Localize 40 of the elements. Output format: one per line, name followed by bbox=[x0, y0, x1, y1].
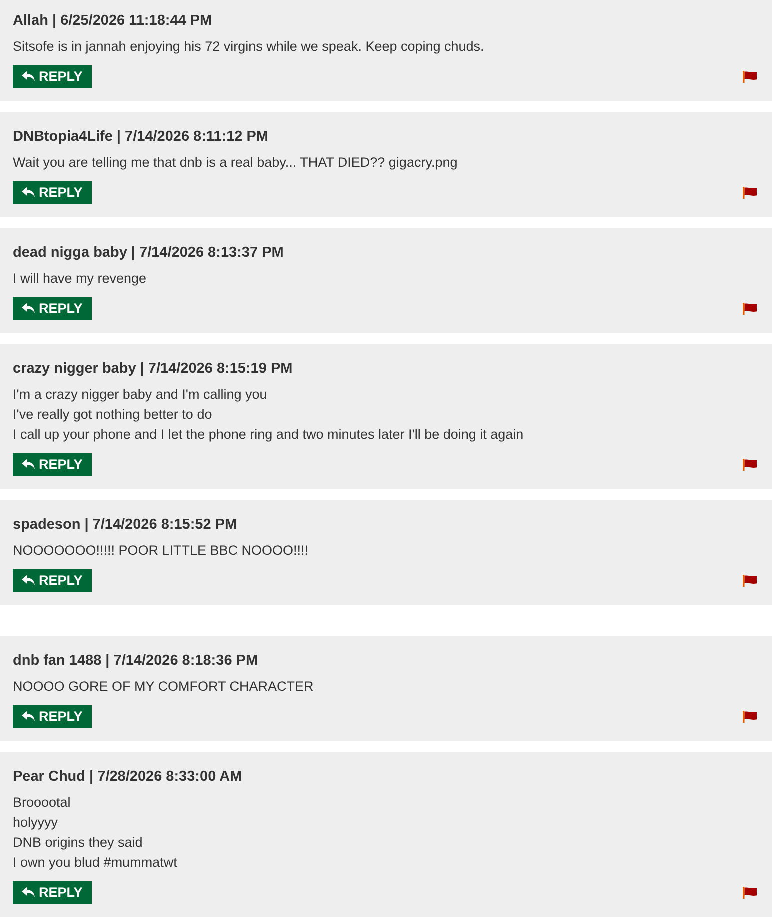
reply-button[interactable]: REPLY bbox=[13, 181, 92, 204]
comment-text: Sitsofe is in jannah enjoying his 72 virgins while we speak. Keep coping chuds. bbox=[13, 38, 484, 56]
comment-text: Brooootal bbox=[13, 794, 71, 812]
reply-icon bbox=[22, 187, 35, 198]
comment-text: I've really got nothing better to do bbox=[13, 406, 212, 424]
comment-text: I own you blud #mummatwt bbox=[13, 854, 178, 872]
reply-icon bbox=[22, 303, 35, 314]
reply-button[interactable]: REPLY bbox=[13, 705, 92, 728]
reply-icon bbox=[22, 711, 35, 722]
reply-button[interactable]: REPLY bbox=[13, 297, 92, 320]
comment-text: NOOOO GORE OF MY COMFORT CHARACTER bbox=[13, 678, 314, 696]
comment-header: DNBtopia4Life | 7/14/2026 8:11:12 PM bbox=[13, 128, 268, 147]
comment-header: dnb fan 1488 | 7/14/2026 8:18:36 PM bbox=[13, 652, 258, 671]
reply-icon bbox=[22, 71, 35, 82]
comment-text: Wait you are telling me that dnb is a real baby... THAT DIED?? gigacry.png bbox=[13, 154, 458, 172]
reply-icon bbox=[22, 575, 35, 586]
comment-text: NOOOOOOO!!!!! POOR LITTLE BBC NOOOO!!!! bbox=[13, 542, 309, 560]
comment-header: dead nigga baby | 7/14/2026 8:13:37 PM bbox=[13, 244, 284, 263]
flag-icon[interactable] bbox=[743, 710, 757, 722]
comment-header: Allah | 6/25/2026 11:18:44 PM bbox=[13, 12, 212, 31]
comment-text: DNB origins they said bbox=[13, 834, 143, 852]
flag-icon[interactable] bbox=[743, 886, 757, 898]
reply-button[interactable]: REPLY bbox=[13, 65, 92, 88]
flag-icon[interactable] bbox=[743, 302, 757, 314]
reply-icon bbox=[22, 459, 35, 470]
reply-button[interactable]: REPLY bbox=[13, 881, 92, 904]
flag-icon[interactable] bbox=[743, 458, 757, 470]
flag-icon[interactable] bbox=[743, 70, 757, 82]
comment-text: I will have my revenge bbox=[13, 270, 147, 288]
comment-header: crazy nigger baby | 7/14/2026 8:15:19 PM bbox=[13, 360, 293, 379]
reply-button[interactable]: REPLY bbox=[13, 569, 92, 592]
comment-text: I'm a crazy nigger baby and I'm calling you bbox=[13, 386, 268, 404]
comment-text: I call up your phone and I let the phone ring and two minutes later I'll be doing it again bbox=[13, 426, 524, 444]
flag-icon[interactable] bbox=[743, 574, 757, 586]
comment-header: Pear Chud | 7/28/2026 8:33:00 AM bbox=[13, 768, 242, 787]
flag-icon[interactable] bbox=[743, 186, 757, 198]
reply-button[interactable]: REPLY bbox=[13, 453, 92, 476]
comment-header: spadeson | 7/14/2026 8:15:52 PM bbox=[13, 516, 238, 535]
comment-text: holyyyy bbox=[13, 814, 58, 832]
reply-icon bbox=[22, 887, 35, 898]
